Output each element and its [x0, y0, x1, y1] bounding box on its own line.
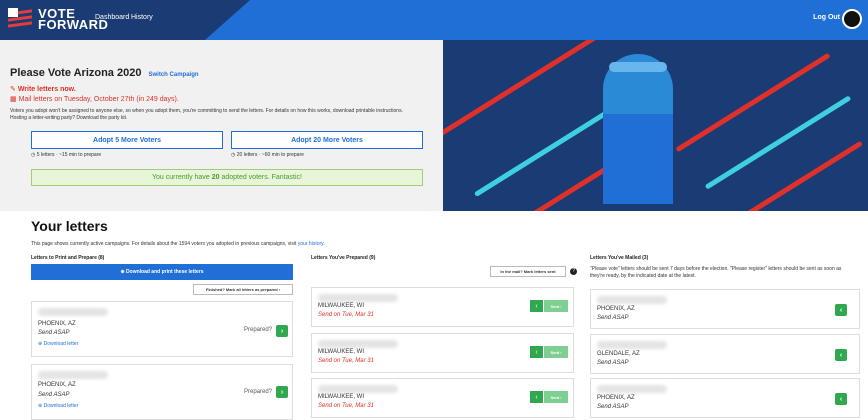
mailed-heading: Letters You've Mailed (3) — [590, 255, 649, 261]
download-letter-link[interactable]: ⊕ Download letter — [38, 341, 78, 347]
list-item: MILWAUKEE, WI Send on Tue, Mar 31 ‹ Sent… — [311, 333, 574, 373]
back-icon[interactable]: ‹ — [530, 300, 544, 312]
prepared-button[interactable]: › — [276, 325, 288, 337]
back-icon[interactable]: ‹ — [530, 346, 544, 358]
redacted-name — [597, 341, 667, 349]
mark-letters-sent-button[interactable]: In the mail? Mark letters sent — [490, 266, 566, 277]
list-item: PHOENIX, AZ Send ASAP ‹ — [590, 378, 860, 418]
write-letters-line: ✎ Write letters now. — [10, 85, 76, 93]
list-item: PHOENIX, AZ Send ASAP ⊕ Download letter … — [31, 364, 293, 420]
sent-button-group[interactable]: ‹ Sent › — [530, 300, 568, 312]
campaign-title: Please Vote Arizona 2020 — [10, 67, 142, 79]
mark-all-prepared-button[interactable]: Finished? Mark all letters as prepared › — [193, 284, 293, 295]
adopted-count: 20 — [211, 174, 220, 181]
campaign-panel: Please Vote Arizona 2020 Switch Campaign… — [0, 40, 443, 211]
pencil-icon: ✎ — [10, 86, 16, 93]
list-item: MILWAUKEE, WI Send on Tue, Mar 31 ‹ Sent… — [311, 378, 574, 418]
mailed-note: "Please vote" letters should be sent 7 d… — [590, 266, 842, 279]
mail-date-line: ▦ Mail letters on Tuesday, October 27th … — [10, 95, 179, 103]
nav-history[interactable]: History — [131, 14, 153, 21]
your-letters-heading: Your letters — [31, 218, 108, 234]
mail-date-text: Mail letters on Tuesday, October 27th (i… — [18, 96, 179, 103]
unsend-button[interactable]: ‹ — [835, 349, 847, 361]
logout-link[interactable]: Log Out — [813, 14, 840, 21]
redacted-name — [318, 340, 398, 348]
unsend-button[interactable]: ‹ — [835, 393, 847, 405]
redacted-name — [318, 294, 398, 302]
sent-button[interactable]: Sent › — [544, 300, 568, 312]
help-icon[interactable]: ? — [570, 268, 577, 275]
sent-button-group[interactable]: ‹ Sent › — [530, 391, 568, 403]
print-prepare-heading: Letters to Print and Prepare (8) — [31, 255, 105, 261]
nav-dashboard[interactable]: Dashboard — [95, 14, 129, 21]
list-item: MILWAUKEE, WI Send on Tue, Mar 31 ‹ Sent… — [311, 287, 574, 327]
adopt-20-button[interactable]: Adopt 20 More Voters — [231, 131, 423, 149]
flag-icon — [8, 8, 32, 30]
list-item: GLENDALE, AZ Send ASAP ‹ — [590, 334, 860, 374]
download-letter-link[interactable]: ⊕ Download letter — [38, 403, 78, 409]
hero-mailbox-illustration — [443, 40, 868, 211]
redacted-name — [597, 385, 667, 393]
sent-button[interactable]: Sent › — [544, 346, 568, 358]
adopt-5-note: ◷ 5 letters · ~15 min to prepare — [31, 152, 102, 158]
redacted-name — [318, 385, 398, 393]
list-item: PHOENIX, AZ Send ASAP ⊕ Download letter … — [31, 301, 293, 357]
avatar[interactable] — [842, 9, 862, 29]
unsend-button[interactable]: ‹ — [835, 304, 847, 316]
top-navbar: VOTE FORWARD Dashboard History Log Out — [0, 0, 868, 40]
adopt-20-note: ◷ 20 letters · ~60 min to prepare — [231, 152, 304, 158]
clock-icon: ◷ — [31, 152, 36, 158]
vote-forward-logo[interactable]: VOTE FORWARD — [8, 7, 108, 31]
calendar-icon: ▦ — [10, 96, 17, 103]
clock-icon: ◷ — [231, 152, 236, 158]
campaign-title-row: Please Vote Arizona 2020 Switch Campaign — [10, 67, 199, 79]
adopt-5-button[interactable]: Adopt 5 More Voters — [31, 131, 223, 149]
sent-button-group[interactable]: ‹ Sent › — [530, 346, 568, 358]
download-print-button[interactable]: ⊕ Download and print these letters — [31, 264, 293, 280]
redacted-name — [597, 296, 667, 304]
list-item: PHOENIX, AZ Send ASAP ‹ — [590, 289, 860, 329]
write-letters-text: Write letters now. — [17, 86, 76, 93]
campaign-blurb: Voters you adopt won't be assigned to an… — [10, 108, 403, 121]
switch-campaign-link[interactable]: Switch Campaign — [149, 72, 199, 78]
redacted-name — [38, 308, 108, 316]
mailbox-icon — [603, 54, 673, 204]
history-link[interactable]: your history. — [298, 241, 325, 247]
redacted-name — [38, 371, 108, 379]
letters-intro: This page shows currently active campaig… — [31, 241, 325, 247]
prepared-button[interactable]: › — [276, 386, 288, 398]
prepared-heading: Letters You've Prepared (9) — [311, 255, 376, 261]
sent-button[interactable]: Sent › — [544, 391, 568, 403]
back-icon[interactable]: ‹ — [530, 391, 544, 403]
adopted-voters-banner: You currently have 20 adopted voters. Fa… — [31, 169, 423, 186]
